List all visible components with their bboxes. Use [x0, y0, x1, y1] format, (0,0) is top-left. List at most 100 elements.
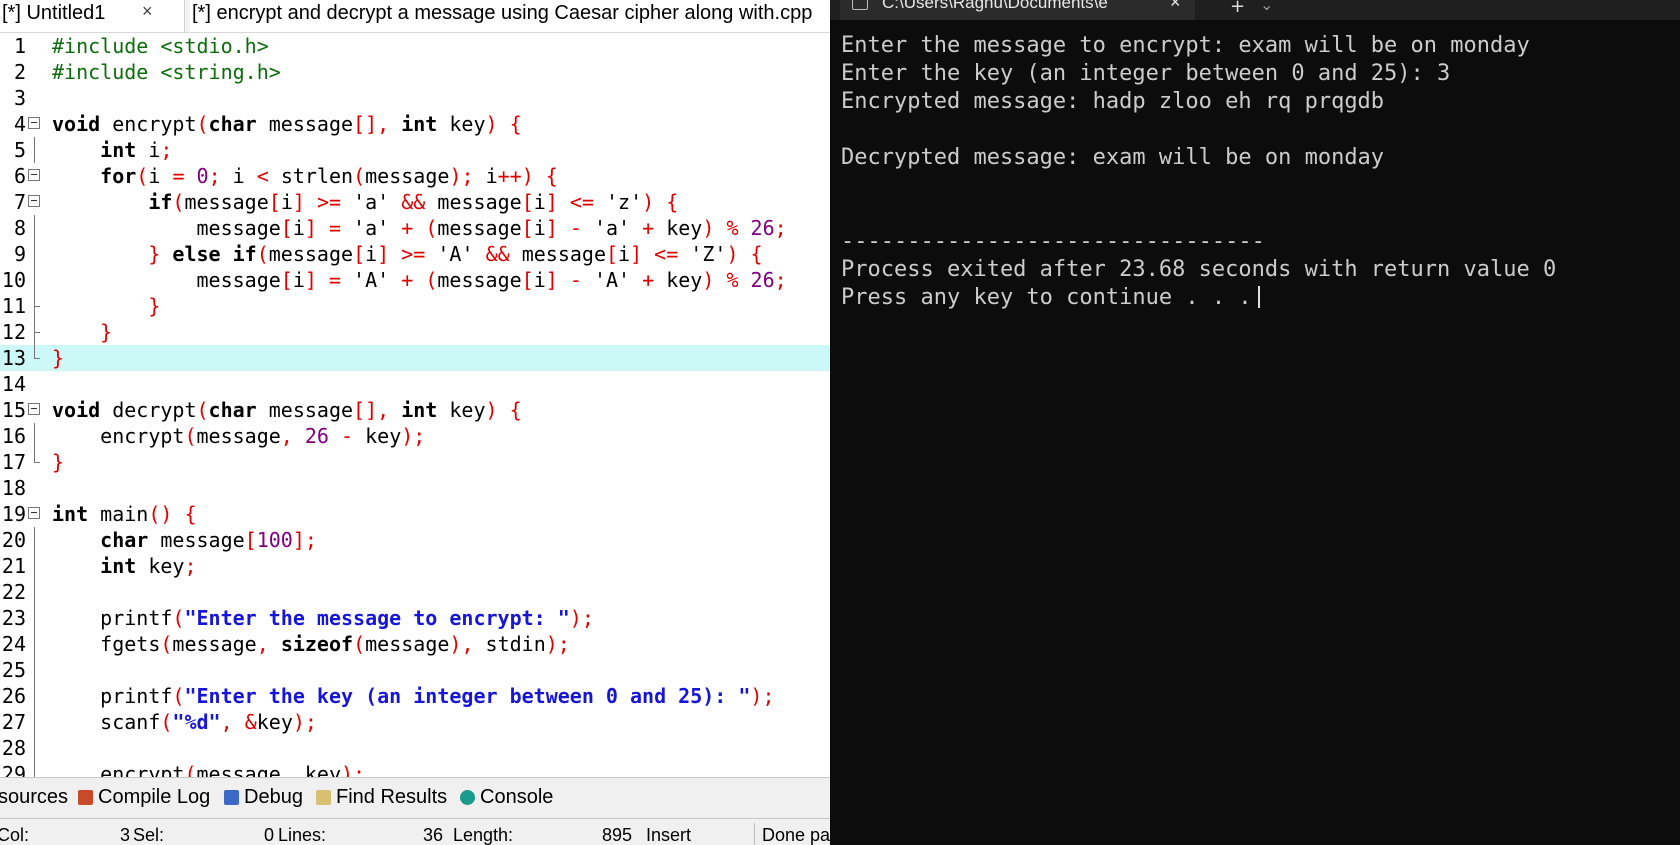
code-token: ); — [545, 632, 570, 656]
code-line[interactable]: 4 void encrypt(char message[], int key) { — [0, 111, 830, 137]
code-line[interactable]: 8 message[i] = 'a' + (message[i] - 'a' +… — [0, 215, 830, 241]
fold-guide — [34, 631, 35, 657]
console-separator: -------------------------------- — [841, 229, 1265, 254]
code-token: ) — [702, 216, 715, 240]
fold-collapse-icon[interactable] — [28, 117, 40, 129]
compile-log-icon — [78, 790, 93, 805]
code-token: { — [184, 502, 197, 526]
console-line: Enter the message to encrypt: exam will … — [841, 33, 1530, 58]
code-line[interactable]: 9 } else if(message[i] >= 'A' && message… — [0, 241, 830, 267]
code-line[interactable]: 13} — [0, 345, 830, 371]
code-text: message[i] = 'A' + (message[i] - 'A' + k… — [52, 267, 787, 293]
code-token: ( — [196, 398, 209, 422]
code-line[interactable]: 22 — [0, 579, 830, 605]
code-text: int main() { — [52, 501, 197, 527]
code-line[interactable]: 19 int main() { — [0, 501, 830, 527]
close-icon[interactable]: × — [1170, 0, 1181, 12]
code-token: message — [196, 762, 281, 777]
code-token: 26 — [304, 424, 329, 448]
code-line[interactable]: 27 scanf("%d", &key); — [0, 709, 830, 735]
code-line[interactable]: 6 for(i = 0; i < strlen(message); i++) { — [0, 163, 830, 189]
code-line[interactable]: 7 if(message[i] >= 'a' && message[i] <= … — [0, 189, 830, 215]
code-token: } — [100, 320, 113, 344]
code-line[interactable]: 26 printf("Enter the key (an integer bet… — [0, 683, 830, 709]
tab-compile-log[interactable]: Compile Log — [78, 786, 210, 809]
status-col-value: 3 — [120, 825, 131, 845]
code-line[interactable]: 24 fgets(message, sizeof(message), stdin… — [0, 631, 830, 657]
code-token: fgets — [52, 632, 161, 656]
code-token: ); — [401, 424, 426, 448]
console-window[interactable]: C:\Users\Raghu\Documents\e × + ⌄ Enter t… — [830, 0, 1680, 845]
code-line[interactable]: 23 printf("Enter the message to encrypt:… — [0, 605, 830, 631]
code-line[interactable]: 5 int i; — [0, 137, 830, 163]
fold-collapse-icon[interactable] — [28, 403, 40, 415]
tab-debug[interactable]: Debug — [224, 786, 303, 809]
text-cursor — [1257, 286, 1260, 308]
code-line[interactable]: 15 void decrypt(char message[], int key) … — [0, 397, 830, 423]
code-line[interactable]: 28 — [0, 735, 830, 761]
chevron-down-icon[interactable]: ⌄ — [1260, 0, 1273, 14]
fold-collapse-icon[interactable] — [28, 195, 40, 207]
terminal-tab-title: C:\Users\Raghu\Documents\e — [882, 0, 1108, 12]
code-line[interactable]: 1 #include <stdio.h> — [0, 33, 830, 59]
fold-guide — [34, 553, 35, 579]
console-line: Enter the key (an integer between 0 and … — [841, 61, 1451, 86]
code-line[interactable]: 20 char message[100]; — [0, 527, 830, 553]
tab-find-results[interactable]: Find Results — [316, 786, 447, 809]
code-line[interactable]: 16 encrypt(message, 26 - key); — [0, 423, 830, 449]
code-token: ; — [774, 268, 787, 292]
code-token: [ — [521, 190, 534, 214]
tab-console[interactable]: Console — [460, 786, 553, 809]
code-token: i — [292, 216, 305, 240]
code-line[interactable]: 3 — [0, 85, 830, 111]
code-text: encrypt(message, key); — [52, 761, 365, 777]
code-token: decrypt — [100, 398, 197, 422]
code-line[interactable]: 14 — [0, 371, 830, 397]
tab-untitled1[interactable]: [*] Untitled1 × — [0, 0, 185, 32]
code-line[interactable]: 10 message[i] = 'A' + (message[i] - 'A' … — [0, 267, 830, 293]
fold-collapse-icon[interactable] — [28, 169, 40, 181]
code-line[interactable]: 2 #include <string.h> — [0, 59, 830, 85]
code-token: message — [365, 632, 450, 656]
close-icon[interactable]: × — [142, 0, 153, 24]
tab-resources[interactable]: sources — [0, 786, 68, 809]
code-text: int i; — [52, 137, 172, 163]
terminal-tab[interactable]: C:\Users\Raghu\Documents\e × — [840, 0, 1195, 20]
code-text: printf("Enter the key (an integer betwee… — [52, 683, 774, 709]
code-token: [ — [521, 268, 534, 292]
code-line[interactable]: 17} — [0, 449, 830, 475]
line-number: 23 — [1, 606, 26, 630]
code-token: % — [726, 268, 739, 292]
code-line[interactable]: 29 encrypt(message, key); — [0, 761, 830, 777]
code-editor[interactable]: 1 #include <stdio.h> 2 #include <string.h> 3… — [0, 33, 830, 777]
code-line[interactable]: 18 — [0, 475, 830, 501]
line-number: 24 — [1, 632, 26, 656]
code-token: + — [642, 268, 655, 292]
code-line[interactable]: 12 } — [0, 319, 830, 345]
code-token: 'Z' — [678, 242, 727, 266]
debug-icon — [224, 790, 239, 805]
new-tab-plus-icon[interactable]: + — [1230, 0, 1245, 17]
code-token: for — [100, 164, 137, 188]
fold-collapse-icon[interactable] — [28, 507, 40, 519]
status-bar: Col: 3 Sel: 0 Lines: 36 Length: 895 Inse… — [0, 818, 830, 845]
code-line[interactable]: 11 } — [0, 293, 830, 319]
code-text: if(message[i] >= 'a' && message[i] <= 'z… — [52, 189, 678, 215]
tab-caesar-cpp[interactable]: [*] encrypt and decrypt a message using … — [190, 0, 830, 32]
line-number: 9 — [13, 242, 26, 266]
code-text: } — [52, 293, 160, 319]
console-prompt-line: Press any key to continue . . . — [841, 284, 1556, 312]
code-line[interactable]: 25 — [0, 657, 830, 683]
fold-guide — [34, 423, 35, 449]
code-line[interactable]: 21 int key; — [0, 553, 830, 579]
code-text: for(i = 0; i < strlen(message); i++) { — [52, 163, 558, 189]
code-token: - — [569, 268, 582, 292]
code-token: void — [52, 112, 101, 136]
code-token: ( — [160, 632, 173, 656]
code-token: >= — [401, 242, 426, 266]
